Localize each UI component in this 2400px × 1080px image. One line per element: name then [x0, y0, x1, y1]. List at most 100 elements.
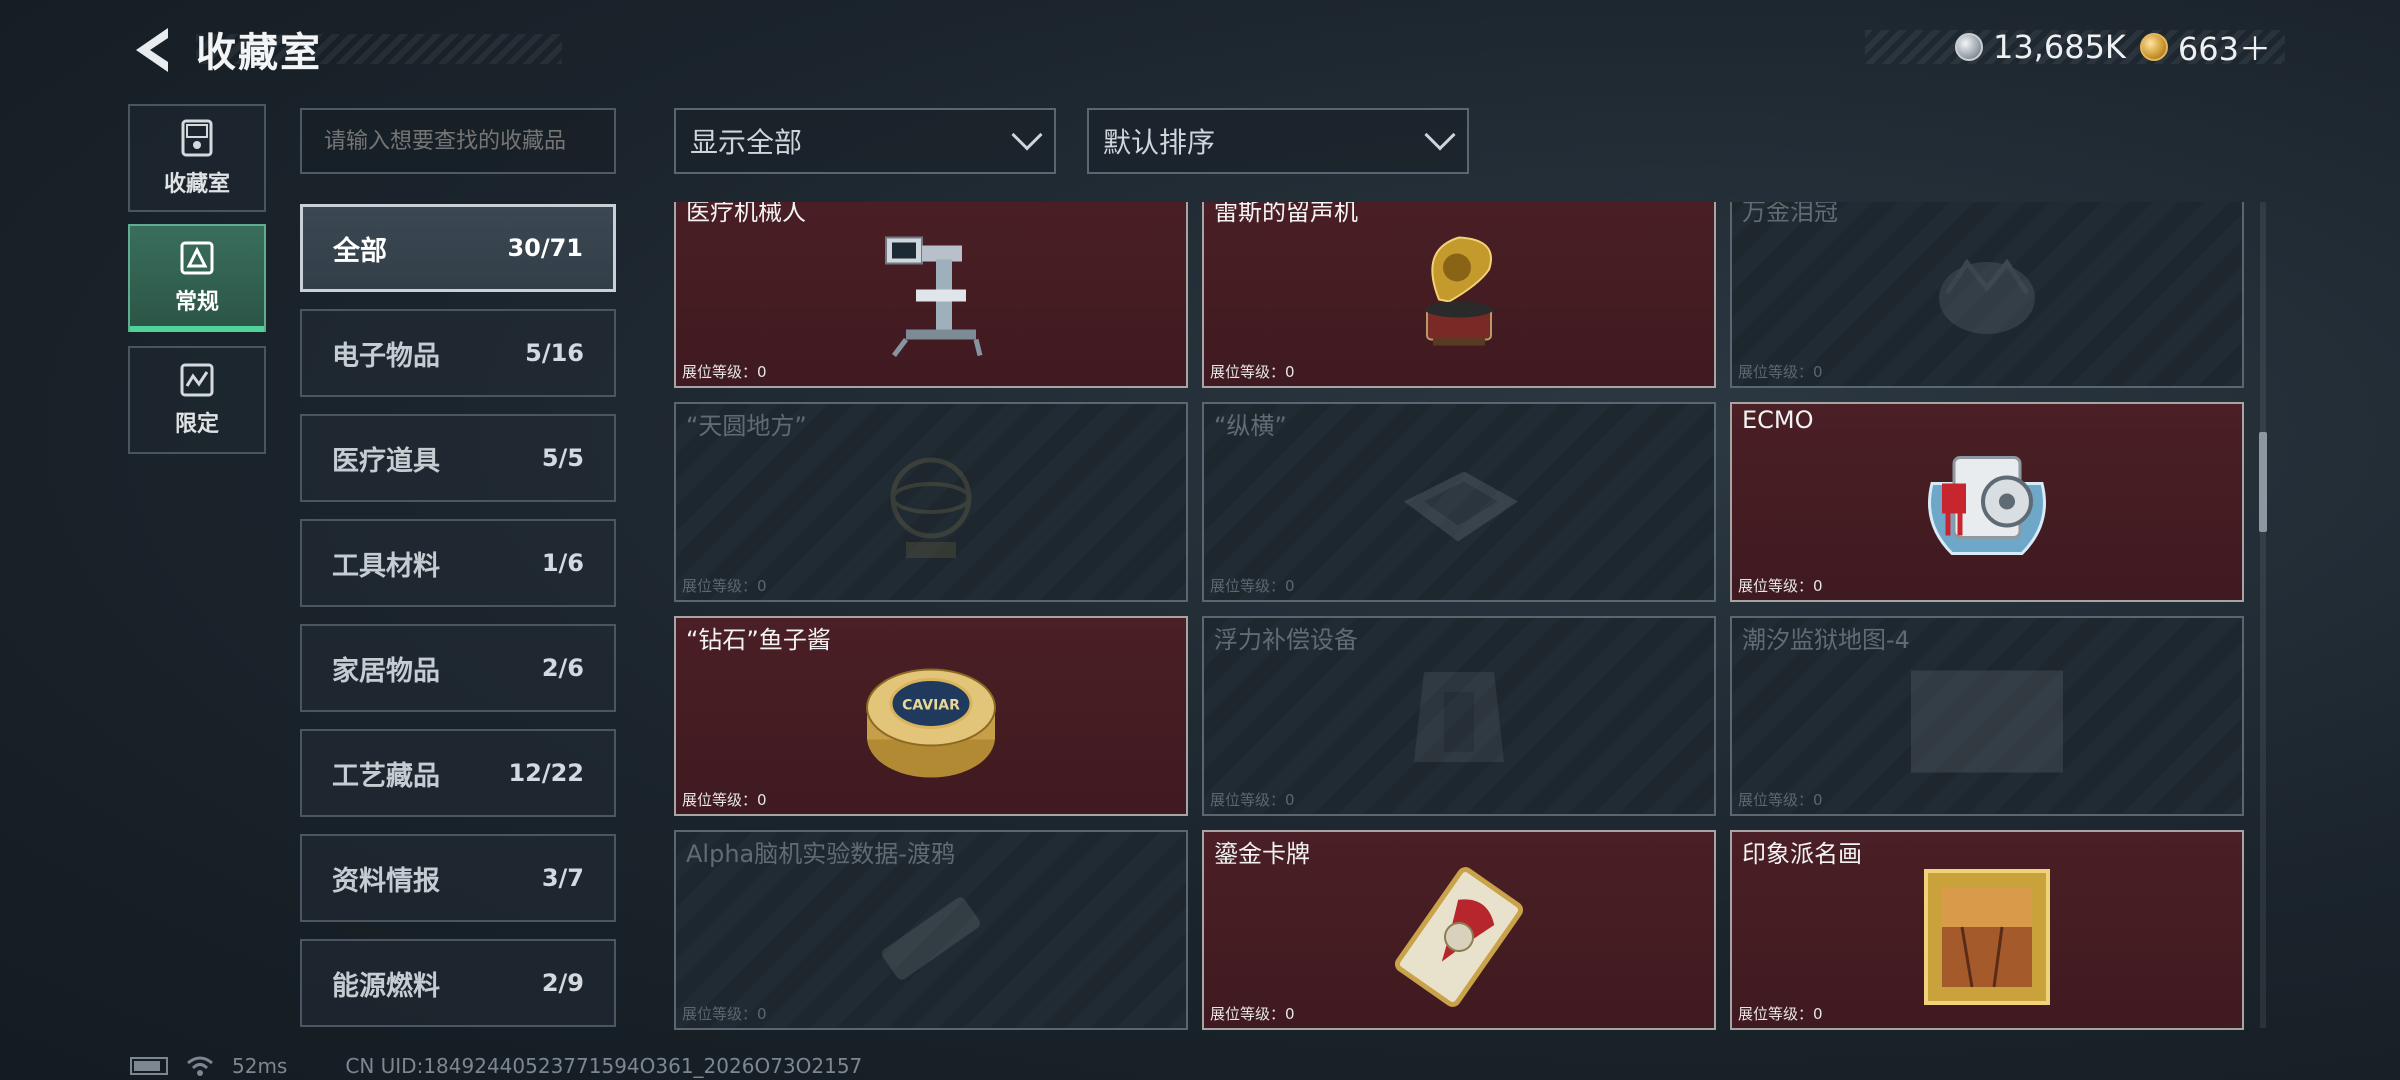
- back-button[interactable]: [128, 22, 178, 78]
- armillary-icon: [890, 457, 972, 558]
- item-name: 万金泪冠: [1742, 202, 1838, 226]
- category-name: 电子物品: [332, 340, 440, 372]
- item-level: 展位等级：0: [1738, 363, 1823, 381]
- item-level: 展位等级：0: [1210, 577, 1295, 595]
- silver-currency[interactable]: 13,685K: [1954, 28, 2126, 66]
- category-energy[interactable]: 能源燃料 2/9: [300, 939, 616, 1027]
- item-name: “纵横”: [1214, 412, 1287, 440]
- back-arrow-icon: [136, 28, 168, 72]
- item-level: 展位等级：0: [1210, 791, 1295, 809]
- item-level: 展位等级：0: [682, 791, 767, 809]
- collection-card[interactable]: 浮力补偿设备 展位等级：0: [1202, 616, 1716, 816]
- collection-card[interactable]: “纵横” 展位等级：0: [1202, 402, 1716, 602]
- collection-card[interactable]: 医疗机械人 展位等级：0: [674, 202, 1188, 388]
- category-name: 能源燃料: [332, 970, 440, 1002]
- collection-grid: 医疗机械人 展位等级：0 雷斯的留声机 展位等级：0 万金泪冠 展位等级：0 “…: [674, 202, 2244, 1030]
- category-tools[interactable]: 工具材料 1/6: [300, 519, 616, 607]
- category-all[interactable]: 全部 30/71: [300, 204, 616, 292]
- item-name: 雷斯的留声机: [1214, 202, 1358, 226]
- collection-card[interactable]: 雷斯的留声机 展位等级：0: [1202, 202, 1716, 388]
- category-name: 工艺藏品: [332, 760, 440, 792]
- item-level: 展位等级：0: [682, 363, 767, 381]
- gold-currency[interactable]: 663＋: [2139, 24, 2271, 70]
- collection-card[interactable]: 万金泪冠 展位等级：0: [1730, 202, 2244, 388]
- item-name: ECMO: [1742, 406, 1814, 434]
- item-level: 展位等级：0: [1210, 1005, 1295, 1023]
- category-crafts[interactable]: 工艺藏品 12/22: [300, 729, 616, 817]
- crown-icon: [1939, 258, 2035, 334]
- regular-icon: [180, 241, 214, 275]
- uid-text: CN UID:18492440523771594O361_2026O73O215…: [345, 1054, 863, 1078]
- category-count: 30/71: [507, 234, 583, 262]
- display-filter-value: 显示全部: [690, 126, 803, 159]
- item-name: 潮汐监狱地图-4: [1742, 626, 1910, 654]
- mode-tab-collection-room[interactable]: 收藏室: [128, 104, 266, 212]
- category-electronics[interactable]: 电子物品 5/16: [300, 309, 616, 397]
- category-count: 2/6: [541, 654, 584, 682]
- item-level: 展位等级：0: [1738, 1005, 1823, 1023]
- item-level: 展位等级：0: [1738, 577, 1823, 595]
- collection-card[interactable]: 潮汐监狱地图-4 展位等级：0: [1730, 616, 2244, 816]
- display-filter-dropdown[interactable]: 显示全部: [674, 108, 1056, 174]
- item-level: 展位等级：0: [1210, 363, 1295, 381]
- item-name: 医疗机械人: [686, 202, 806, 226]
- item-level: 展位等级：0: [682, 577, 767, 595]
- ecmo-machine-icon: [1928, 456, 2046, 555]
- category-name: 家居物品: [332, 655, 440, 687]
- mode-tab-limited[interactable]: 限定: [128, 346, 266, 454]
- category-medical[interactable]: 医疗道具 5/5: [300, 414, 616, 502]
- category-name: 工具材料: [332, 550, 440, 582]
- category-count: 3/7: [541, 864, 584, 892]
- collection-card[interactable]: “天圆地方” 展位等级：0: [674, 402, 1188, 602]
- item-name: 印象派名画: [1742, 840, 1862, 868]
- item-name: 鎏金卡牌: [1214, 840, 1310, 868]
- item-name: Alpha脑机实验数据-渡鸦: [686, 840, 955, 868]
- silver-currency-value: 13,685K: [1992, 28, 2126, 66]
- category-household[interactable]: 家居物品 2/6: [300, 624, 616, 712]
- category-name: 资料情报: [332, 865, 440, 897]
- mode-tab-label: 限定: [174, 412, 219, 437]
- item-level: 展位等级：0: [682, 1005, 767, 1023]
- mode-tab-regular[interactable]: 常规: [128, 224, 266, 332]
- sort-value: 默认排序: [1103, 126, 1216, 159]
- currency-bar: 13,685K 663＋: [1865, 28, 2285, 68]
- map-icon: [1911, 670, 2063, 773]
- usb-drive-icon: [882, 897, 980, 980]
- chevron-down-icon: [1424, 119, 1456, 151]
- status-footer: 52ms CN UID:18492440523771594O361_2026O7…: [130, 1054, 862, 1078]
- chevron-down-icon: [1011, 119, 1043, 151]
- chessboard-icon: [1404, 471, 1518, 542]
- item-name: “天圆地方”: [686, 412, 807, 440]
- painting-icon: [1924, 869, 2050, 1005]
- category-count: 5/16: [525, 339, 584, 367]
- mode-tab-label: 常规: [174, 290, 219, 315]
- grid-scrollbar-track[interactable]: [2260, 202, 2266, 1028]
- item-level: 展位等级：0: [1738, 791, 1823, 809]
- category-name: 医疗道具: [332, 445, 440, 477]
- collection-room-icon: [181, 119, 213, 157]
- collection-card[interactable]: 鎏金卡牌 展位等级：0: [1202, 830, 1716, 1030]
- collection-card[interactable]: ECMO 展位等级：0: [1730, 402, 2244, 602]
- category-intel[interactable]: 资料情报 3/7: [300, 834, 616, 922]
- collection-card[interactable]: Alpha脑机实验数据-渡鸦 展位等级：0: [674, 830, 1188, 1030]
- sort-dropdown[interactable]: 默认排序: [1087, 108, 1469, 174]
- search-input[interactable]: [300, 108, 616, 174]
- wifi-icon: [187, 1056, 213, 1076]
- caviar-tin-icon: CAVIAR: [866, 668, 996, 778]
- collection-card[interactable]: “钻石”鱼子酱 CAVIAR 展位等级：0: [674, 616, 1188, 816]
- grid-scrollbar-thumb[interactable]: [2259, 432, 2267, 532]
- caviar-tin-label: CAVIAR: [902, 698, 960, 714]
- mode-tab-label: 收藏室: [163, 172, 230, 197]
- category-count: 1/6: [541, 549, 584, 577]
- bcd-vest-icon: [1414, 672, 1504, 762]
- category-count: 12/22: [508, 759, 584, 787]
- item-name: “钻石”鱼子酱: [686, 626, 831, 654]
- gold-currency-value: 663＋: [2177, 30, 2271, 68]
- battery-icon: [130, 1057, 168, 1075]
- gold-coin-icon: [2139, 33, 2168, 61]
- ping-value: 52ms: [232, 1054, 288, 1078]
- collection-card[interactable]: 印象派名画 展位等级：0: [1730, 830, 2244, 1030]
- item-name: 浮力补偿设备: [1214, 626, 1358, 654]
- category-count: 2/9: [541, 969, 584, 997]
- limited-icon: [180, 363, 214, 397]
